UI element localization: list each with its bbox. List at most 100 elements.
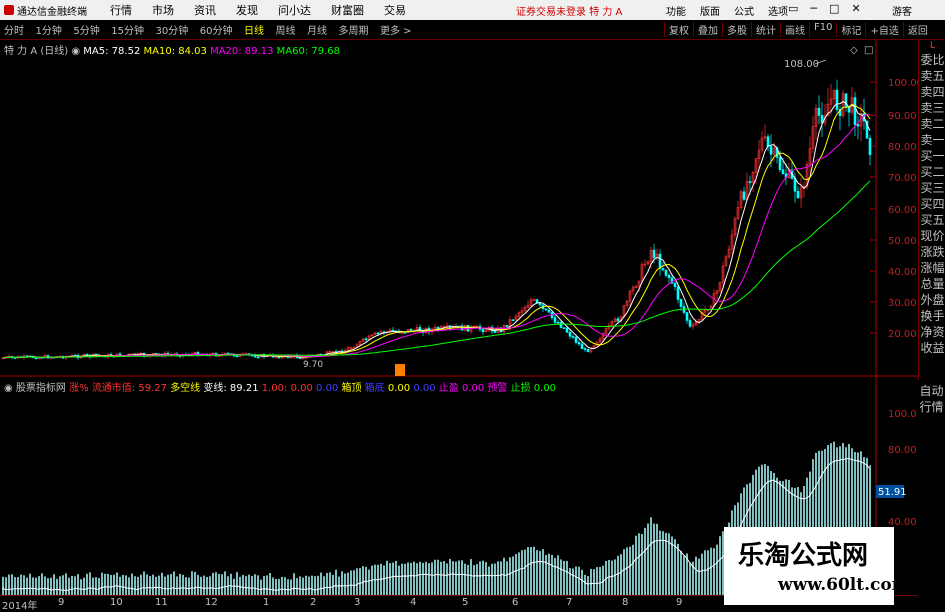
kline-chart[interactable]: 100.00 90.00 80.00 70.00 60.00 50.00 40.00 30.0… <box>0 0 918 595</box>
sidebar-item[interactable]: 卖二 <box>919 116 945 132</box>
candle-body <box>766 136 770 147</box>
sidebar-item[interactable]: 买二 <box>919 164 945 180</box>
sidebar-item[interactable]: 委比 <box>919 52 945 68</box>
indicator-bar <box>254 574 256 595</box>
sidebar-item[interactable]: 卖五 <box>919 68 945 84</box>
indicator-bar <box>470 559 472 595</box>
indicator-bar <box>347 572 349 595</box>
candle-body <box>742 191 746 200</box>
indicator-bar <box>503 557 505 595</box>
sidebar-item[interactable]: 卖一 <box>919 132 945 148</box>
sidebar-item[interactable]: 买五 <box>919 212 945 228</box>
indicator-bar <box>206 576 208 595</box>
quote-sidebar: L 委比 卖五 卖四 卖三 卖二 卖一 买一 买二 买三 买四 买五 现价 涨跌… <box>918 40 945 380</box>
current-value-label: 51.91 <box>878 487 907 498</box>
sidebar-item[interactable]: 现价 <box>919 228 945 244</box>
indicator-bar <box>341 571 343 595</box>
sidebar-item[interactable]: 卖四 <box>919 84 945 100</box>
indicator-bar <box>530 547 532 595</box>
indicator-bar <box>140 574 142 595</box>
indicator-bar <box>11 574 13 595</box>
indicator-bar <box>323 576 325 595</box>
candle-body <box>577 342 581 345</box>
sidebar-item[interactable]: 买四 <box>919 196 945 212</box>
indicator-bar <box>314 576 316 595</box>
date-tick: 2014年 <box>2 601 38 612</box>
sidebar-item[interactable]: 换手 <box>919 308 945 324</box>
indicator-bar <box>59 576 61 595</box>
indicator-bar <box>68 577 70 595</box>
sidebar-item[interactable]: 涨幅 <box>919 260 945 276</box>
indicator-bar <box>53 574 55 595</box>
indicator-bar <box>641 534 643 595</box>
indicator-bar <box>260 579 262 595</box>
indicator-bar <box>176 576 178 595</box>
date-tick: 5 <box>462 597 469 608</box>
indicator-bar <box>572 568 574 595</box>
event-marker-icon[interactable] <box>395 364 405 376</box>
sidebar-item[interactable]: 收益 <box>919 340 945 356</box>
candle-body <box>658 253 662 269</box>
candle-body <box>781 169 785 174</box>
moving-average-lines <box>2 101 871 359</box>
indicator-bar <box>215 572 217 595</box>
indicator-bar <box>419 561 421 595</box>
sidebar-item-quote[interactable]: 行情 <box>918 399 945 415</box>
sidebar-item[interactable]: 净资 <box>919 324 945 340</box>
diamond-icon[interactable]: ◇ <box>850 45 858 56</box>
indicator-bar <box>401 563 403 595</box>
candle-body <box>583 348 587 350</box>
price-tick-label: 70.00 <box>888 173 917 184</box>
sidebar-item[interactable]: 卖三 <box>919 100 945 116</box>
indicator-bar <box>626 547 628 595</box>
indicator-bar <box>20 574 22 595</box>
indicator-bar <box>41 573 43 595</box>
indicator-bar <box>581 569 583 595</box>
date-tick: 4 <box>410 597 417 608</box>
sidebar-item[interactable]: 买一 <box>919 148 945 164</box>
indicator-bar <box>389 563 391 595</box>
indicator-bar <box>179 573 181 595</box>
sidebar-top-label[interactable]: L <box>919 40 945 52</box>
sidebar-item[interactable]: 涨跌 <box>919 244 945 260</box>
indicator-bar <box>86 573 88 595</box>
indicator-bar <box>236 572 238 595</box>
indicator-bar <box>185 577 187 595</box>
indicator-bar <box>404 563 406 595</box>
indicator-bar <box>248 574 250 595</box>
collapse-icon[interactable]: □ <box>864 45 873 56</box>
indicator-bar <box>569 568 571 595</box>
indicator-bar <box>638 533 640 595</box>
indicator-bar <box>575 566 577 595</box>
indicator-bar <box>713 548 715 595</box>
indicator-bar <box>92 577 94 595</box>
indicator-bar <box>242 574 244 595</box>
indicator-bar <box>362 566 364 595</box>
indicator-bar <box>290 579 292 595</box>
date-tick: 9 <box>676 597 683 608</box>
indicator-bar <box>449 558 451 595</box>
price-tick-label: 20.00 <box>888 329 917 340</box>
candle-body <box>553 317 557 323</box>
main-legend: 特 力 A (日线) ◉ MA5: 78.52 MA10: 84.03 MA20… <box>4 42 340 57</box>
candle-body <box>793 178 797 192</box>
sidebar-item[interactable]: 总量 <box>919 276 945 292</box>
indicator-bar <box>29 573 31 595</box>
indicator-bar <box>194 571 196 595</box>
candle-body <box>460 325 464 331</box>
date-tick: 8 <box>622 597 629 608</box>
indicator-bar <box>410 562 412 595</box>
indicator-bar <box>527 547 529 595</box>
legend-toggle-icon[interactable]: ◉ <box>71 46 80 57</box>
indicator-bar <box>89 572 91 595</box>
indicator-bar <box>164 576 166 595</box>
indicator-bar <box>98 577 100 595</box>
sidebar-item[interactable]: 买三 <box>919 180 945 196</box>
legend-toggle-icon[interactable]: ◉ <box>4 383 13 394</box>
sidebar-item-auto[interactable]: 自动 <box>918 383 945 399</box>
sidebar-item[interactable]: 外盘 <box>919 292 945 308</box>
candle-body <box>580 343 584 349</box>
price-tick-label: 100.00 <box>888 78 918 89</box>
candle-body <box>571 335 575 338</box>
indicator-bar <box>221 574 223 595</box>
